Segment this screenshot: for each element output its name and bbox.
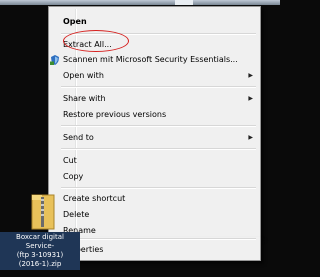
file-name-line: Service- xyxy=(25,242,55,250)
menu-separator xyxy=(61,86,256,88)
menu-item-label: Delete xyxy=(63,210,90,219)
file-name-line: (2016-1).zip xyxy=(18,260,62,268)
menu-item-label: Send to xyxy=(63,133,94,142)
menu-item-scan[interactable]: Scannen mit Microsoft Security Essential… xyxy=(50,52,256,68)
menu-item-delete[interactable]: Delete xyxy=(63,207,256,223)
submenu-arrow-icon: ▶ xyxy=(248,134,253,141)
menu-item-label: Copy xyxy=(63,172,84,181)
menu-item-properties[interactable]: Properties xyxy=(63,242,256,258)
menu-item-label: Cut xyxy=(63,156,77,165)
menu-item-label: Create shortcut xyxy=(63,194,126,203)
microsoft-security-essentials-icon xyxy=(50,55,59,65)
file-name-label[interactable]: Boxcar digital Service- (ftp 3-10931) (2… xyxy=(0,232,80,270)
menu-item-create-shortcut[interactable]: Create shortcut xyxy=(63,191,256,207)
menu-item-share-with[interactable]: Share with ▶ xyxy=(63,91,256,107)
file-name-line: Boxcar digital xyxy=(16,233,64,241)
menu-item-open-with[interactable]: Open with ▶ xyxy=(63,68,256,84)
menu-separator xyxy=(61,238,256,240)
menu-item-label: Scannen mit Microsoft Security Essential… xyxy=(63,55,238,64)
menu-item-label: Share with xyxy=(63,94,106,103)
menu-item-copy[interactable]: Copy xyxy=(63,169,256,185)
menu-item-restore-previous-versions[interactable]: Restore previous versions xyxy=(63,107,256,123)
window-top-edge xyxy=(0,0,280,5)
menu-item-open[interactable]: Open xyxy=(63,14,256,30)
menu-item-label: Restore previous versions xyxy=(63,110,167,119)
file-name-line: (ftp 3-10931) xyxy=(16,251,64,259)
submenu-arrow-icon: ▶ xyxy=(248,72,253,79)
menu-separator xyxy=(61,125,256,127)
menu-separator xyxy=(61,148,256,150)
menu-item-send-to[interactable]: Send to ▶ xyxy=(63,130,256,146)
menu-item-cut[interactable]: Cut xyxy=(63,153,256,169)
zip-folder-icon xyxy=(31,194,55,230)
submenu-arrow-icon: ▶ xyxy=(248,95,253,102)
highlight-ellipse xyxy=(63,30,129,52)
menu-separator xyxy=(61,187,256,189)
menu-item-label: Open xyxy=(63,17,87,26)
menu-item-label: Open with xyxy=(63,71,104,80)
